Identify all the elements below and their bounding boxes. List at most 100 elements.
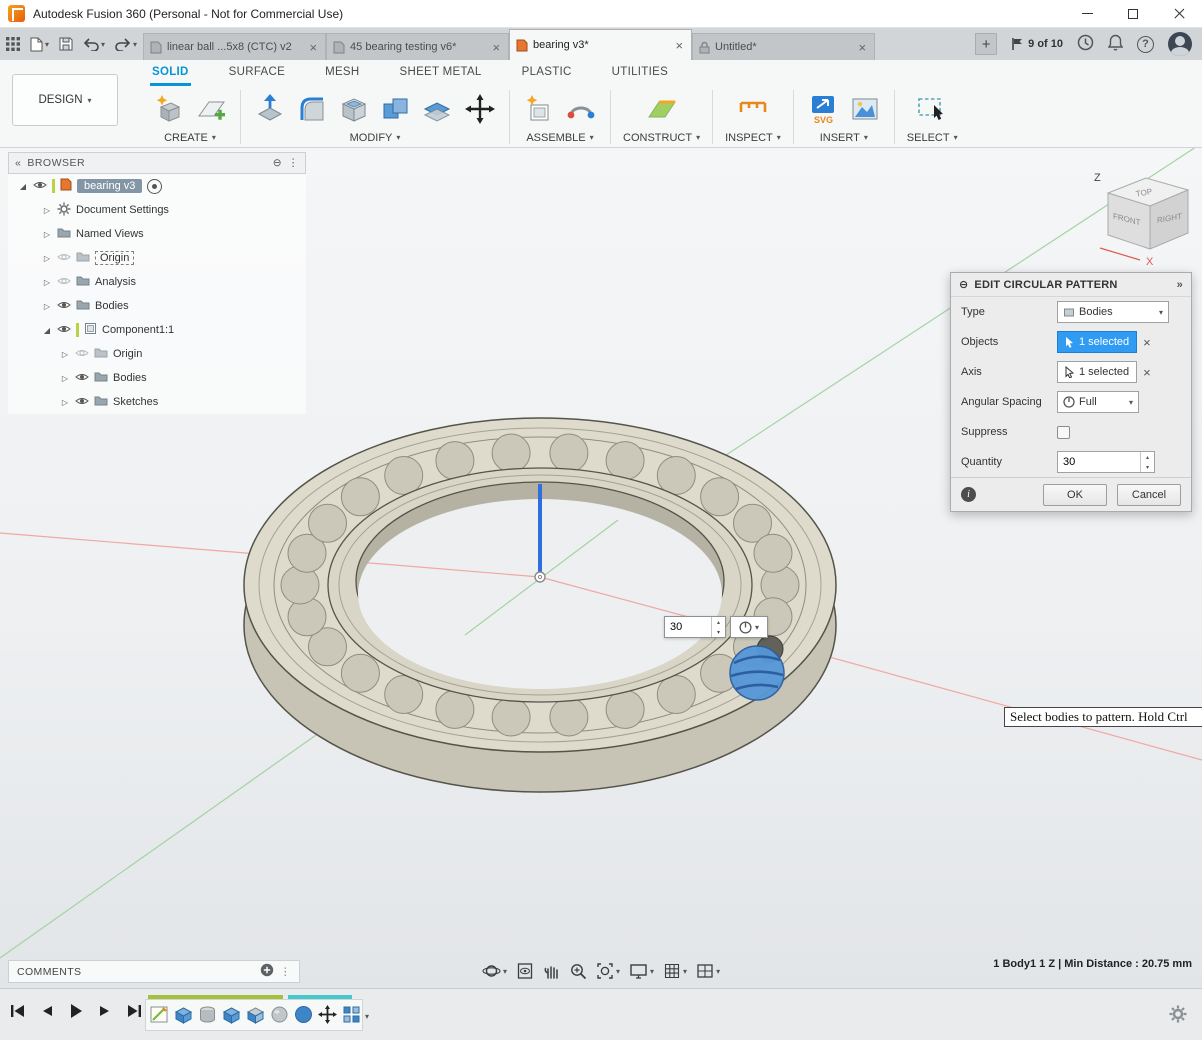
tab-close-icon[interactable]: × bbox=[490, 40, 502, 55]
grid-icon[interactable]: ▾ bbox=[663, 962, 687, 980]
expand-icon[interactable]: ▷ bbox=[60, 350, 70, 359]
spacing-type-dropdown[interactable]: ▾ bbox=[730, 616, 768, 638]
expand-icon[interactable]: ▷ bbox=[42, 278, 52, 287]
app-grid-icon[interactable] bbox=[6, 37, 20, 51]
expand-icon[interactable]: ▷ bbox=[60, 398, 70, 407]
panel-grip-icon[interactable]: ⋮ bbox=[280, 966, 291, 978]
pan-icon[interactable] bbox=[543, 962, 560, 980]
minimize-button[interactable] bbox=[1064, 0, 1110, 28]
save-icon[interactable] bbox=[59, 37, 73, 51]
collapse-panel-icon[interactable]: « bbox=[15, 157, 21, 169]
maximize-button[interactable] bbox=[1110, 0, 1156, 28]
minimize-panel-icon[interactable]: ⊖ bbox=[273, 157, 282, 169]
extrude-feature-icon[interactable] bbox=[173, 1004, 194, 1028]
extrude-feature-icon[interactable] bbox=[245, 1004, 266, 1028]
browser-item-bodies[interactable]: ▷ Bodies bbox=[8, 294, 306, 318]
step-forward-button[interactable] bbox=[95, 1002, 115, 1020]
shell-icon[interactable] bbox=[337, 92, 371, 129]
construct-plane-icon[interactable] bbox=[645, 92, 679, 129]
viewports-icon[interactable]: ▾ bbox=[696, 962, 720, 980]
suppress-checkbox[interactable] bbox=[1057, 426, 1070, 439]
assemble-menu[interactable]: ASSEMBLE▾ bbox=[526, 132, 593, 144]
help-icon[interactable]: ? bbox=[1137, 36, 1154, 53]
construct-menu[interactable]: CONSTRUCT▾ bbox=[623, 132, 700, 144]
insert-canvas-icon[interactable] bbox=[848, 92, 882, 129]
timeline-settings-gear-icon[interactable] bbox=[1168, 1004, 1188, 1027]
close-button[interactable] bbox=[1156, 0, 1202, 28]
browser-item-analysis[interactable]: ▷ Analysis bbox=[8, 270, 306, 294]
visibility-eye-icon[interactable] bbox=[75, 372, 89, 385]
root-document-label[interactable]: bearing v3 bbox=[77, 179, 142, 193]
insert-svg-icon[interactable]: SVG bbox=[806, 92, 840, 129]
revolve-feature-icon[interactable] bbox=[197, 1004, 218, 1028]
fit-icon[interactable]: ▾ bbox=[596, 962, 620, 980]
modify-menu[interactable]: MODIFY▾ bbox=[350, 132, 401, 144]
spinner-arrows[interactable]: ▴ ▾ bbox=[711, 617, 725, 637]
tab-close-icon[interactable]: × bbox=[307, 40, 319, 55]
activate-radio-icon[interactable] bbox=[147, 179, 162, 194]
press-pull-icon[interactable] bbox=[253, 92, 287, 129]
zoom-icon[interactable] bbox=[569, 962, 587, 980]
inspect-menu[interactable]: INSPECT▾ bbox=[725, 132, 781, 144]
expand-icon[interactable]: ▷ bbox=[42, 230, 52, 239]
new-component-icon[interactable] bbox=[522, 92, 556, 129]
file-menu-icon[interactable]: ▾ bbox=[30, 37, 49, 52]
expand-icon[interactable]: ▷ bbox=[42, 254, 52, 263]
redo-icon[interactable]: ▾ bbox=[115, 38, 137, 51]
tab-close-icon[interactable]: × bbox=[856, 40, 868, 55]
sphere-feature-selected-icon[interactable] bbox=[293, 1004, 314, 1028]
move-feature-icon[interactable] bbox=[317, 1004, 338, 1028]
doc-tab-untitled[interactable]: Untitled* × bbox=[692, 33, 875, 60]
clear-objects-icon[interactable]: × bbox=[1143, 335, 1151, 350]
doc-tab-linear-ball[interactable]: linear ball ...5x8 (CTC) v2 × bbox=[143, 33, 326, 60]
spinner-arrows[interactable]: ▴ ▾ bbox=[1140, 452, 1154, 472]
workspace-selector[interactable]: DESIGN ▾ bbox=[12, 74, 118, 126]
expand-icon[interactable]: ▷ bbox=[42, 302, 52, 311]
doc-tab-45-bearing-testing[interactable]: 45 bearing testing v6* × bbox=[326, 33, 509, 60]
select-menu[interactable]: SELECT▾ bbox=[907, 132, 958, 144]
look-at-icon[interactable] bbox=[516, 962, 534, 980]
visibility-eye-icon[interactable] bbox=[33, 180, 47, 193]
browser-item-component-sketches[interactable]: ▷ Sketches bbox=[8, 390, 306, 414]
pattern-feature-icon[interactable] bbox=[341, 1004, 362, 1028]
visibility-eye-icon[interactable] bbox=[57, 276, 71, 289]
create-form-icon[interactable] bbox=[152, 92, 186, 129]
browser-item-named-views[interactable]: ▷ Named Views bbox=[8, 222, 306, 246]
tab-plastic[interactable]: PLASTIC bbox=[520, 62, 574, 86]
user-avatar[interactable] bbox=[1168, 32, 1192, 56]
select-icon[interactable] bbox=[915, 92, 949, 129]
fillet-icon[interactable] bbox=[295, 92, 329, 129]
history-clock-icon[interactable] bbox=[1077, 34, 1094, 54]
minimize-dialog-icon[interactable]: ⊖ bbox=[959, 278, 968, 291]
browser-item-component-bodies[interactable]: ▷ Bodies bbox=[8, 366, 306, 390]
new-tab-button[interactable]: + bbox=[975, 33, 997, 55]
browser-item-document-settings[interactable]: ▷ Document Settings bbox=[8, 198, 306, 222]
panel-grip-icon[interactable]: ⋮ bbox=[288, 157, 299, 169]
doc-tab-bearing-v3[interactable]: bearing v3* × bbox=[509, 29, 692, 60]
expand-icon[interactable]: ▷ bbox=[60, 374, 70, 383]
measure-icon[interactable] bbox=[736, 92, 770, 129]
visibility-eye-icon[interactable] bbox=[57, 252, 71, 265]
go-to-end-button[interactable] bbox=[124, 1002, 144, 1020]
dialog-header[interactable]: ⊖ EDIT CIRCULAR PATTERN » bbox=[951, 273, 1191, 297]
quantity-input[interactable] bbox=[1058, 456, 1140, 468]
visibility-eye-icon[interactable] bbox=[57, 300, 71, 313]
tab-sheet-metal[interactable]: SHEET METAL bbox=[398, 62, 484, 86]
sphere-feature-icon[interactable] bbox=[269, 1004, 290, 1028]
move-copy-icon[interactable] bbox=[463, 92, 497, 129]
quantity-stepper[interactable]: ▴ ▾ bbox=[1057, 451, 1155, 473]
tab-mesh[interactable]: MESH bbox=[323, 62, 361, 86]
orbit-icon[interactable]: ▾ bbox=[482, 962, 507, 980]
browser-root-row[interactable]: ◢ bearing v3 bbox=[8, 174, 306, 198]
notifications-bell-icon[interactable] bbox=[1108, 34, 1123, 54]
info-icon[interactable]: i bbox=[961, 487, 976, 502]
tab-utilities[interactable]: UTILITIES bbox=[610, 62, 670, 86]
job-status[interactable]: 9 of 10 bbox=[1011, 37, 1063, 51]
feature-dropdown-icon[interactable]: ▾ bbox=[365, 1012, 369, 1021]
type-dropdown[interactable]: Bodies ▾ bbox=[1057, 301, 1169, 323]
axis-selection-chip[interactable]: 1 selected bbox=[1057, 361, 1137, 383]
offset-face-icon[interactable] bbox=[421, 92, 455, 129]
objects-selection-chip[interactable]: 1 selected bbox=[1057, 331, 1137, 353]
canvas-quantity-input[interactable] bbox=[665, 621, 711, 633]
combine-icon[interactable] bbox=[379, 92, 413, 129]
